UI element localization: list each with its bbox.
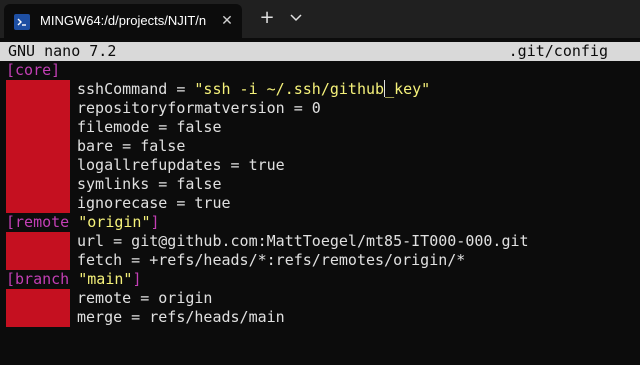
section-header-core: [core] xyxy=(6,61,61,79)
section-header-branch: [branch "main"] xyxy=(6,270,142,288)
config-entry-bare: bare = false xyxy=(77,137,186,155)
config-entry-merge: merge = refs/heads/main xyxy=(77,308,285,326)
config-line: repositoryformatversion = 0 xyxy=(0,99,640,118)
config-entry-logallrefupdates: logallrefupdates = true xyxy=(77,156,285,174)
config-entry-sshcommand: sshCommand = "ssh -i ~/.ssh/github_key" xyxy=(77,80,431,98)
terminal-tab[interactable]: MINGW64:/d/projects/NJIT/n ✕ xyxy=(4,4,242,38)
config-entry-url: url = git@github.com:MattToegel/mt85-IT0… xyxy=(77,232,529,250)
config-line: [remote "origin"] xyxy=(0,213,640,232)
config-entry-fetch: fetch = +refs/heads/*:refs/remotes/origi… xyxy=(77,251,466,269)
window-titlebar: MINGW64:/d/projects/NJIT/n ✕ + xyxy=(0,0,640,38)
section-header-remote: [remote "origin"] xyxy=(6,213,160,231)
nano-filename: .git/config xyxy=(508,42,608,60)
config-entry-repositoryformatversion: repositoryformatversion = 0 xyxy=(77,99,321,117)
nano-version: GNU nano 7.2 xyxy=(8,42,117,60)
config-line: remote = origin xyxy=(0,289,640,308)
tab-title: MINGW64:/d/projects/NJIT/n xyxy=(40,13,207,28)
tab-dropdown-button[interactable] xyxy=(284,6,308,30)
terminal-icon xyxy=(14,14,30,30)
config-entry-ignorecase: ignorecase = true xyxy=(77,194,231,212)
config-entry-symlinks: symlinks = false xyxy=(77,175,222,193)
config-line: ignorecase = true xyxy=(0,194,640,213)
config-line: [branch "main"] xyxy=(0,270,640,289)
nano-header-bar: GNU nano 7.2 .git/config xyxy=(0,42,640,61)
config-line: bare = false xyxy=(0,137,640,156)
new-tab-button[interactable]: + xyxy=(255,6,279,30)
config-line: logallrefupdates = true xyxy=(0,156,640,175)
config-entry-filemode: filemode = false xyxy=(77,118,222,136)
config-line: [core] xyxy=(0,61,640,80)
chevron-down-icon xyxy=(290,14,302,22)
config-line: url = git@github.com:MattToegel/mt85-IT0… xyxy=(0,232,640,251)
config-entry-remote: remote = origin xyxy=(77,289,213,307)
config-line: merge = refs/heads/main xyxy=(0,308,640,327)
close-tab-icon[interactable]: ✕ xyxy=(216,10,238,32)
config-line: sshCommand = "ssh -i ~/.ssh/github_key" xyxy=(0,80,640,99)
config-line: fetch = +refs/heads/*:refs/remotes/origi… xyxy=(0,251,640,270)
config-line: symlinks = false xyxy=(0,175,640,194)
config-line: filemode = false xyxy=(0,118,640,137)
editor-area[interactable]: [core] sshCommand = "ssh -i ~/.ssh/githu… xyxy=(0,61,640,343)
